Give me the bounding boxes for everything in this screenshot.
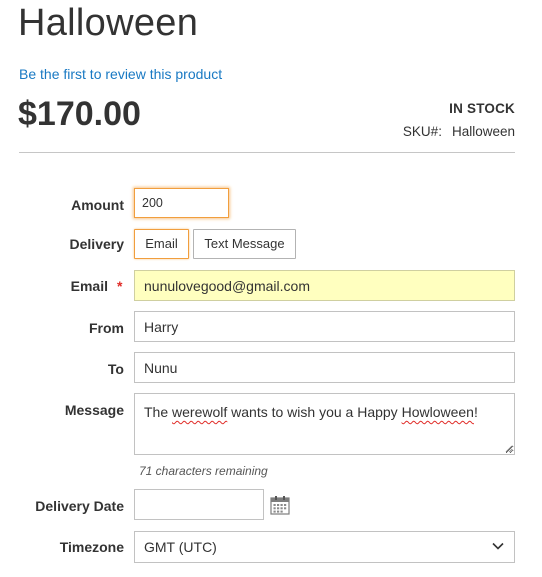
message-text-misspelled: werewolf — [172, 404, 228, 420]
message-label: Message — [64, 402, 124, 418]
email-field[interactable] — [134, 270, 515, 301]
amount-label: Amount — [71, 197, 124, 213]
timezone-value: GMT (UTC) — [144, 539, 217, 555]
delivery-email-button[interactable]: Email — [134, 229, 189, 259]
from-label: From — [89, 320, 124, 336]
to-field[interactable] — [134, 352, 515, 383]
email-label: Email — [70, 278, 108, 294]
delivery-date-label: Delivery Date — [35, 498, 124, 514]
stock-status: IN STOCK — [449, 101, 515, 116]
sku-info: SKU#: Halloween — [403, 124, 515, 139]
characters-remaining: 71 characters remaining — [139, 464, 268, 478]
from-field[interactable] — [134, 311, 515, 342]
chevron-down-icon — [492, 542, 504, 550]
delivery-date-input[interactable] — [134, 489, 264, 520]
divider — [19, 152, 515, 153]
message-text: The — [144, 404, 173, 420]
product-title: Halloween — [18, 2, 199, 44]
delivery-label: Delivery — [69, 236, 124, 252]
timezone-label: Timezone — [59, 539, 124, 555]
message-text-misspelled: Howloween — [401, 404, 474, 420]
timezone-select[interactable]: GMT (UTC) — [134, 531, 515, 563]
product-price: $170.00 — [18, 95, 141, 133]
required-mark: * — [117, 278, 123, 294]
sku-value: Halloween — [451, 124, 515, 139]
message-text: ! — [473, 404, 478, 420]
calendar-icon[interactable] — [270, 495, 290, 515]
message-text: wants to wish you a Happy — [227, 404, 402, 420]
to-label: To — [107, 361, 124, 377]
message-textarea[interactable]: The werewolf wants to wish you a Happy H… — [134, 393, 515, 455]
delivery-text-message-button[interactable]: Text Message — [193, 229, 296, 259]
review-link[interactable]: Be the first to review this product — [19, 66, 222, 82]
resize-handle-icon[interactable] — [505, 445, 513, 453]
sku-label: SKU#: — [402, 124, 442, 139]
amount-input[interactable] — [134, 188, 229, 218]
